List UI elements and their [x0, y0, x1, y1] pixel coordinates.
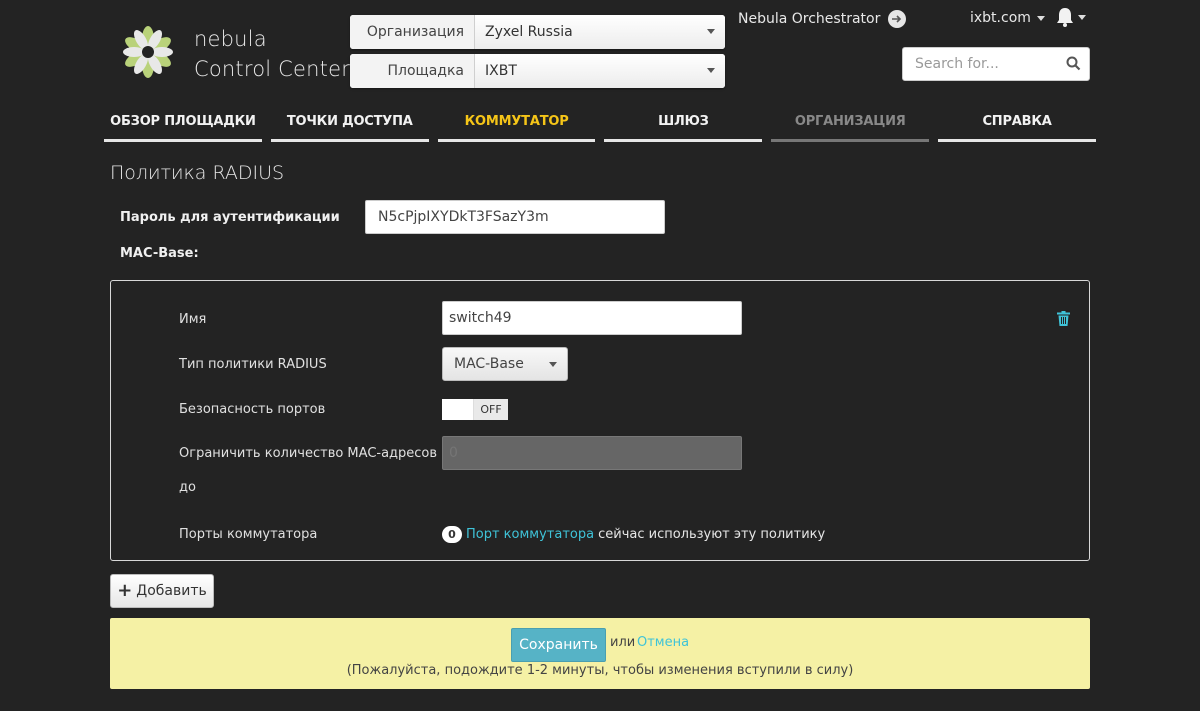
organization-label: Организация: [350, 15, 475, 49]
search-input[interactable]: [915, 56, 1055, 72]
organization-dropdown[interactable]: Zyxel Russia: [475, 15, 725, 49]
arrow-right-circle-icon[interactable]: [888, 10, 907, 28]
switch-ports-text: сейчас используют эту политику: [598, 527, 826, 542]
chevron-down-icon: [707, 29, 715, 34]
mac-limit-field: [442, 436, 742, 470]
mac-limit-label: Ограничить количество MAC-адресов до: [179, 447, 437, 494]
chevron-down-icon: [1036, 15, 1045, 21]
radius-type-value: MAC-Base: [454, 356, 524, 372]
switch-ports-link[interactable]: Порт коммутатора: [466, 527, 594, 542]
ports-count-badge: 0: [442, 526, 462, 543]
tab-switch[interactable]: КОММУТАТОР: [437, 108, 596, 142]
tab-organization[interactable]: ОРГАНИЗАЦИЯ: [771, 108, 930, 142]
search-box[interactable]: [902, 47, 1090, 81]
logo-line-1: nebula: [194, 27, 267, 51]
or-text: или: [610, 635, 636, 650]
port-security-label: Безопасность портов: [179, 402, 326, 417]
notifications-button[interactable]: [1055, 6, 1086, 28]
port-security-toggle[interactable]: OFF: [442, 399, 508, 420]
account-name: ixbt.com: [970, 10, 1031, 26]
logo-line-2: Control Center: [194, 57, 351, 81]
toggle-state: OFF: [474, 399, 508, 420]
main-nav: ОБЗОР ПЛОЩАДКИ ТОЧКИ ДОСТУПА КОММУТАТОР …: [104, 108, 1096, 142]
toggle-knob: [442, 399, 474, 420]
policy-panel: Имя Тип политики RADIUS MAC-Base Безопас…: [110, 280, 1090, 561]
site-label: Площадка: [350, 54, 475, 88]
plus-icon: +: [117, 580, 133, 601]
tab-access-points[interactable]: ТОЧКИ ДОСТУПА: [270, 108, 429, 142]
orchestrator-link[interactable]: Nebula Orchestrator: [738, 10, 907, 28]
tab-site-overview[interactable]: ОБЗОР ПЛОЩАДКИ: [104, 108, 262, 142]
add-button-label: Добавить: [136, 583, 207, 599]
logo-text: nebula Control Center: [194, 24, 350, 84]
tab-help[interactable]: СПРАВКА: [938, 108, 1096, 142]
chevron-down-icon: [1078, 14, 1086, 20]
bell-icon: [1057, 8, 1073, 27]
cancel-link[interactable]: Отмена: [637, 635, 689, 650]
add-button[interactable]: + Добавить: [110, 574, 214, 608]
save-bar: Сохранить или Отмена (Пожалуйста, подожд…: [110, 618, 1090, 689]
switch-ports-label: Порты коммутатора: [179, 527, 318, 542]
switch-ports-info: 0 Порт коммутатора сейчас используют эту…: [442, 526, 825, 543]
chevron-down-icon: [707, 68, 715, 73]
site-value: IXBT: [485, 63, 517, 79]
radius-type-label: Тип политики RADIUS: [179, 357, 327, 372]
mac-base-label: MAC-Base:: [120, 246, 199, 261]
auth-password-field[interactable]: [365, 200, 665, 234]
page-title: Политика RADIUS: [110, 162, 285, 184]
account-menu[interactable]: ixbt.com: [970, 10, 1045, 26]
name-label: Имя: [179, 312, 207, 327]
organization-selector[interactable]: Организация Zyxel Russia: [350, 15, 725, 49]
search-icon[interactable]: [1066, 56, 1081, 75]
mac-limit-label-line-1: Ограничить количество MAC-адресов: [179, 446, 438, 461]
save-note: (Пожалуйста, подождите 1-2 минуты, чтобы…: [346, 663, 854, 678]
orchestrator-label: Nebula Orchestrator: [738, 11, 881, 27]
radius-type-select[interactable]: MAC-Base: [442, 347, 568, 381]
nebula-logo-icon[interactable]: [120, 24, 176, 80]
site-dropdown[interactable]: IXBT: [475, 54, 725, 88]
chevron-down-icon: [549, 362, 557, 367]
trash-icon: [1057, 311, 1070, 326]
site-selector[interactable]: Площадка IXBT: [350, 54, 725, 88]
mac-limit-label-line-2: до: [179, 480, 196, 495]
save-button[interactable]: Сохранить: [511, 628, 606, 662]
tab-gateway[interactable]: ШЛЮЗ: [604, 108, 763, 142]
delete-policy-button[interactable]: [1057, 311, 1070, 330]
policy-name-field[interactable]: [442, 301, 742, 335]
organization-value: Zyxel Russia: [485, 24, 573, 40]
auth-password-label: Пароль для аутентификации: [120, 210, 340, 225]
